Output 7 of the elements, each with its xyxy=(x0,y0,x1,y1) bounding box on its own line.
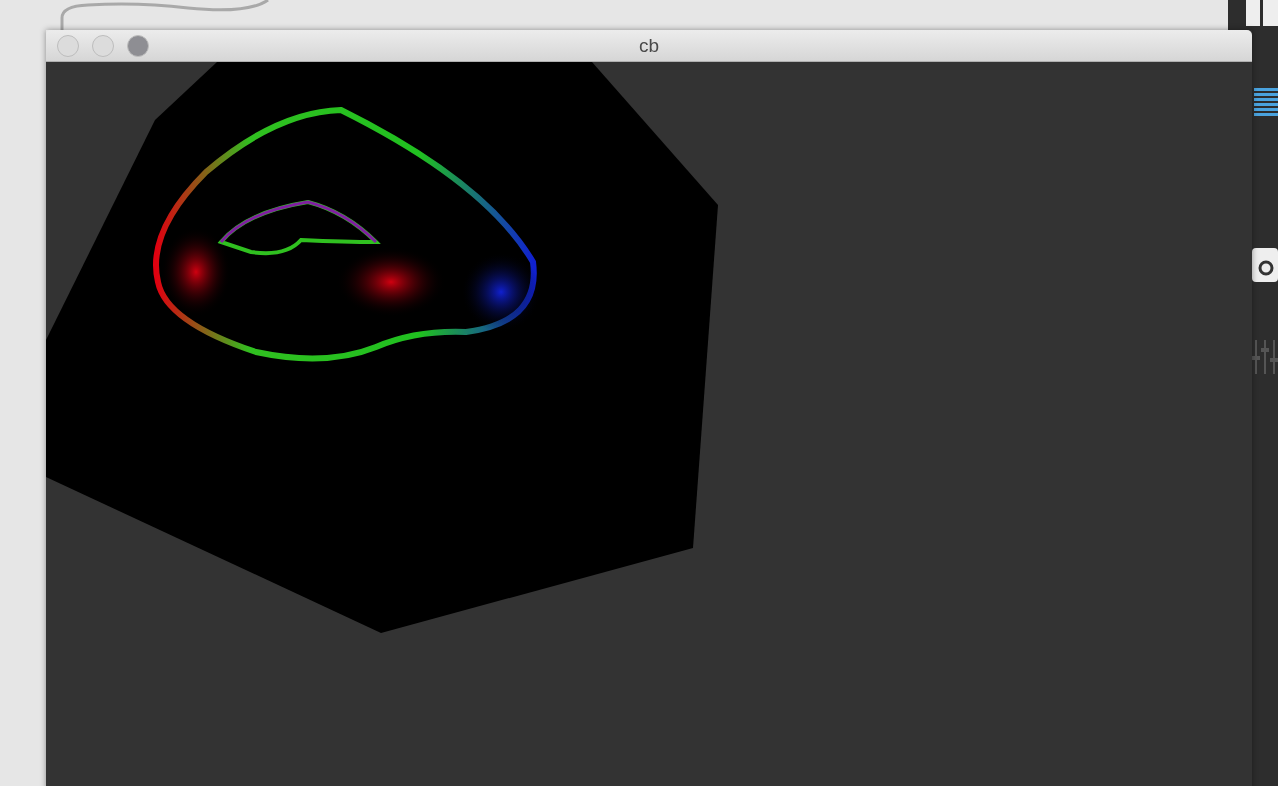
zoom-button[interactable] xyxy=(127,34,149,57)
camera-icon[interactable] xyxy=(1252,248,1278,282)
close-button[interactable] xyxy=(57,34,79,57)
sliders-icon[interactable] xyxy=(1252,340,1278,374)
columns-icon[interactable] xyxy=(1246,0,1278,26)
window-title: cb xyxy=(638,34,660,57)
minimize-button[interactable] xyxy=(92,34,114,57)
